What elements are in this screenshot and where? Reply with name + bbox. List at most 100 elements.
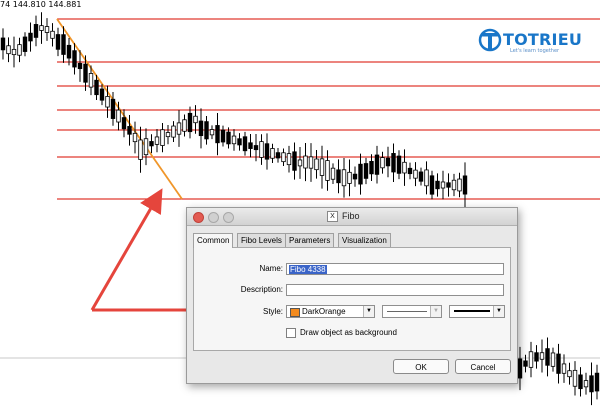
candle-body bbox=[314, 158, 319, 171]
candle-body bbox=[380, 157, 385, 169]
candle-body bbox=[539, 352, 545, 360]
candle-body bbox=[336, 169, 341, 184]
candle-body bbox=[83, 63, 88, 83]
candle-body bbox=[297, 159, 303, 167]
cancel-button[interactable]: Cancel bbox=[455, 359, 511, 374]
candle-body bbox=[572, 369, 578, 387]
line-style-select[interactable]: ▼ bbox=[382, 305, 442, 318]
description-label: Description: bbox=[240, 285, 283, 294]
tab-common[interactable]: Common bbox=[193, 233, 234, 248]
name-field-value: Fibo 4338 bbox=[289, 265, 327, 274]
candle-body bbox=[171, 125, 176, 138]
logo-tagline: Let's learn together bbox=[510, 48, 560, 54]
name-field[interactable]: Fibo 4338 bbox=[286, 263, 504, 275]
minimize-window-button[interactable] bbox=[208, 212, 219, 223]
candle-body bbox=[402, 161, 407, 174]
candle-body bbox=[462, 175, 468, 195]
candle-body bbox=[99, 88, 105, 101]
candle-body bbox=[22, 36, 28, 52]
candle-body bbox=[435, 180, 440, 190]
candle-body bbox=[561, 363, 567, 374]
candle-body bbox=[165, 132, 171, 138]
chevron-down-icon: ▼ bbox=[493, 306, 504, 317]
candle-body bbox=[198, 120, 204, 137]
candle-body bbox=[550, 352, 556, 367]
candle-body bbox=[523, 360, 528, 367]
candle-body bbox=[369, 160, 374, 175]
maximize-window-button[interactable] bbox=[223, 212, 234, 223]
fibo-app-icon: X bbox=[327, 211, 338, 222]
candle-body bbox=[528, 351, 534, 368]
candle-body bbox=[204, 121, 209, 140]
candle-body bbox=[66, 44, 72, 59]
candle-body bbox=[72, 50, 77, 68]
candle-body bbox=[253, 145, 259, 151]
style-label: Style: bbox=[262, 307, 283, 316]
candle-body bbox=[325, 160, 330, 181]
color-swatch bbox=[290, 308, 300, 317]
candle-body bbox=[292, 151, 297, 171]
description-field[interactable] bbox=[286, 284, 504, 296]
candle-body bbox=[413, 169, 418, 179]
ok-button[interactable]: OK bbox=[393, 359, 449, 374]
candle-body bbox=[594, 372, 600, 392]
candle-body bbox=[385, 157, 391, 167]
arrow-to-fibo-line bbox=[90, 188, 163, 311]
candle-body bbox=[303, 155, 308, 169]
candle-body bbox=[0, 37, 6, 51]
candle-body bbox=[330, 167, 336, 180]
candle-body bbox=[248, 142, 253, 149]
candle-body bbox=[440, 181, 446, 189]
candle-body bbox=[220, 129, 226, 143]
candle-body bbox=[17, 44, 22, 56]
candle-body bbox=[264, 143, 270, 160]
candle-body bbox=[407, 167, 413, 175]
candle-body bbox=[138, 139, 143, 160]
line-width-preview bbox=[454, 310, 490, 312]
common-tab-panel: Name: Fibo 4338 Description: Style: Dark… bbox=[193, 247, 511, 351]
tab-visualization[interactable]: Visualization bbox=[338, 233, 391, 247]
candle-body bbox=[154, 136, 160, 145]
candle-body bbox=[341, 169, 347, 187]
chevron-down-icon: ▼ bbox=[430, 306, 441, 317]
candle-body bbox=[534, 352, 539, 362]
candle-body bbox=[556, 353, 561, 374]
color-select[interactable]: DarkOrange ▼ bbox=[286, 305, 375, 318]
candle-body bbox=[374, 154, 380, 175]
candle-body bbox=[418, 171, 424, 182]
fibo-trend-line bbox=[56, 18, 183, 200]
chevron-down-icon: ▼ bbox=[363, 306, 374, 317]
totrieu-logo: TOTRIEU Let's learn together bbox=[478, 27, 582, 57]
dialog-titlebar[interactable]: X Fibo bbox=[187, 208, 517, 226]
line-style-preview bbox=[387, 311, 427, 312]
candle-body bbox=[237, 138, 242, 146]
candle-body bbox=[567, 370, 572, 378]
candle-body bbox=[319, 158, 325, 176]
candle-body bbox=[127, 126, 132, 135]
candle-body bbox=[39, 25, 44, 31]
candle-body bbox=[545, 348, 550, 366]
candle-body bbox=[28, 32, 33, 42]
background-checkbox[interactable] bbox=[286, 328, 296, 338]
candle-body bbox=[396, 155, 402, 174]
tab-parameters[interactable]: Parameters bbox=[285, 233, 335, 247]
candle-body bbox=[589, 375, 594, 393]
dialog-title: X Fibo bbox=[327, 211, 360, 222]
candle-body bbox=[121, 117, 127, 130]
candle-body bbox=[275, 152, 281, 159]
candle-body bbox=[259, 141, 264, 158]
candle-body bbox=[347, 171, 352, 184]
candle-body bbox=[352, 173, 358, 180]
price-quote: 74 144.810 144.881 bbox=[0, 0, 82, 9]
line-width-select[interactable]: ▼ bbox=[449, 305, 505, 318]
fibo-dialog: X Fibo Common Fibo Levels Parameters Visu… bbox=[186, 207, 518, 384]
tab-fibo-levels[interactable]: Fibo Levels bbox=[237, 233, 286, 247]
candle-body bbox=[193, 115, 198, 124]
candle-body bbox=[50, 30, 55, 39]
dialog-title-text: Fibo bbox=[342, 211, 360, 221]
candle-body bbox=[270, 148, 275, 159]
candle-body bbox=[143, 138, 149, 156]
candle-body bbox=[11, 48, 17, 56]
candle-body bbox=[132, 132, 138, 143]
close-window-button[interactable] bbox=[193, 212, 204, 223]
